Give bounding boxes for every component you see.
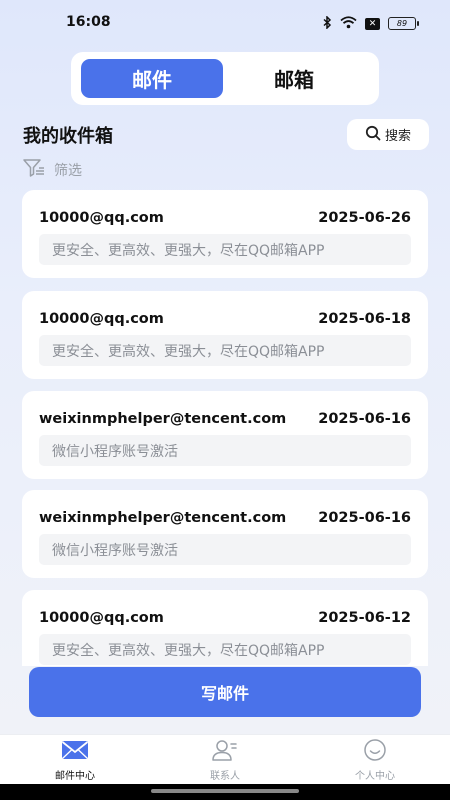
contacts-icon xyxy=(211,739,239,764)
filter-button[interactable]: 筛选 xyxy=(22,158,82,182)
mail-icon xyxy=(61,739,89,764)
tab-mailbox[interactable]: 邮箱 xyxy=(223,59,365,98)
mail-date: 2025-06-12 xyxy=(318,610,411,626)
mail-date: 2025-06-18 xyxy=(318,311,411,327)
tab-label: 联系人 xyxy=(210,771,240,782)
mail-sender: weixinmphelper@tencent.com xyxy=(39,411,287,427)
mail-item[interactable]: 10000@qq.com 2025-06-26 更安全、更高效、更强大，尽在QQ… xyxy=(22,190,428,278)
tab-mail-center[interactable]: 邮件中心 xyxy=(25,739,125,782)
bottom-tab-bar: 邮件中心 联系人 个人中心 xyxy=(0,734,450,784)
mail-date: 2025-06-16 xyxy=(318,411,411,427)
filter-label: 筛选 xyxy=(54,163,82,179)
tab-contacts[interactable]: 联系人 xyxy=(175,739,275,782)
mail-date: 2025-06-26 xyxy=(318,210,411,226)
battery-icon: 89 xyxy=(388,17,419,30)
tab-label: 邮件中心 xyxy=(55,771,95,782)
mail-preview: 微信小程序账号激活 xyxy=(39,435,411,466)
wifi-icon xyxy=(340,14,357,33)
status-icons: ✕ 89 xyxy=(323,14,419,33)
no-sim-icon: ✕ xyxy=(365,17,380,30)
segment-control: 邮件 邮箱 xyxy=(71,52,379,105)
mail-preview: 更安全、更高效、更强大，尽在QQ邮箱APP xyxy=(39,234,411,265)
mail-sender: 10000@qq.com xyxy=(39,311,164,327)
tab-label: 个人中心 xyxy=(355,771,395,782)
status-bar: 16:08 ✕ 89 xyxy=(0,0,450,46)
search-label: 搜索 xyxy=(384,129,411,144)
mail-date: 2025-06-16 xyxy=(318,510,411,526)
search-button[interactable]: 搜索 xyxy=(347,119,429,150)
tab-mail[interactable]: 邮件 xyxy=(81,59,223,98)
home-indicator[interactable] xyxy=(151,789,299,793)
search-icon xyxy=(365,125,381,145)
mail-item[interactable]: 10000@qq.com 2025-06-18 更安全、更高效、更强大，尽在QQ… xyxy=(22,291,428,379)
filter-icon xyxy=(22,158,46,182)
mail-item[interactable]: weixinmphelper@tencent.com 2025-06-16 微信… xyxy=(22,391,428,479)
tab-profile[interactable]: 个人中心 xyxy=(325,739,425,782)
mail-item[interactable]: weixinmphelper@tencent.com 2025-06-16 微信… xyxy=(22,490,428,578)
mail-preview: 微信小程序账号激活 xyxy=(39,534,411,565)
mail-list[interactable]: 10000@qq.com 2025-06-26 更安全、更高效、更强大，尽在QQ… xyxy=(0,188,450,666)
mail-preview: 更安全、更高效、更强大，尽在QQ邮箱APP xyxy=(39,335,411,366)
mail-sender: 10000@qq.com xyxy=(39,610,164,626)
profile-icon xyxy=(361,739,389,764)
compose-button[interactable]: 写邮件 xyxy=(29,667,421,717)
mail-sender: weixinmphelper@tencent.com xyxy=(39,510,287,526)
bluetooth-icon xyxy=(323,14,332,33)
mail-item[interactable]: 10000@qq.com 2025-06-12 更安全、更高效、更强大，尽在QQ… xyxy=(22,590,428,666)
mail-preview: 更安全、更高效、更强大，尽在QQ邮箱APP xyxy=(39,634,411,665)
mail-sender: 10000@qq.com xyxy=(39,210,164,226)
status-time: 16:08 xyxy=(66,14,111,30)
page-title: 我的收件箱 xyxy=(23,126,113,147)
